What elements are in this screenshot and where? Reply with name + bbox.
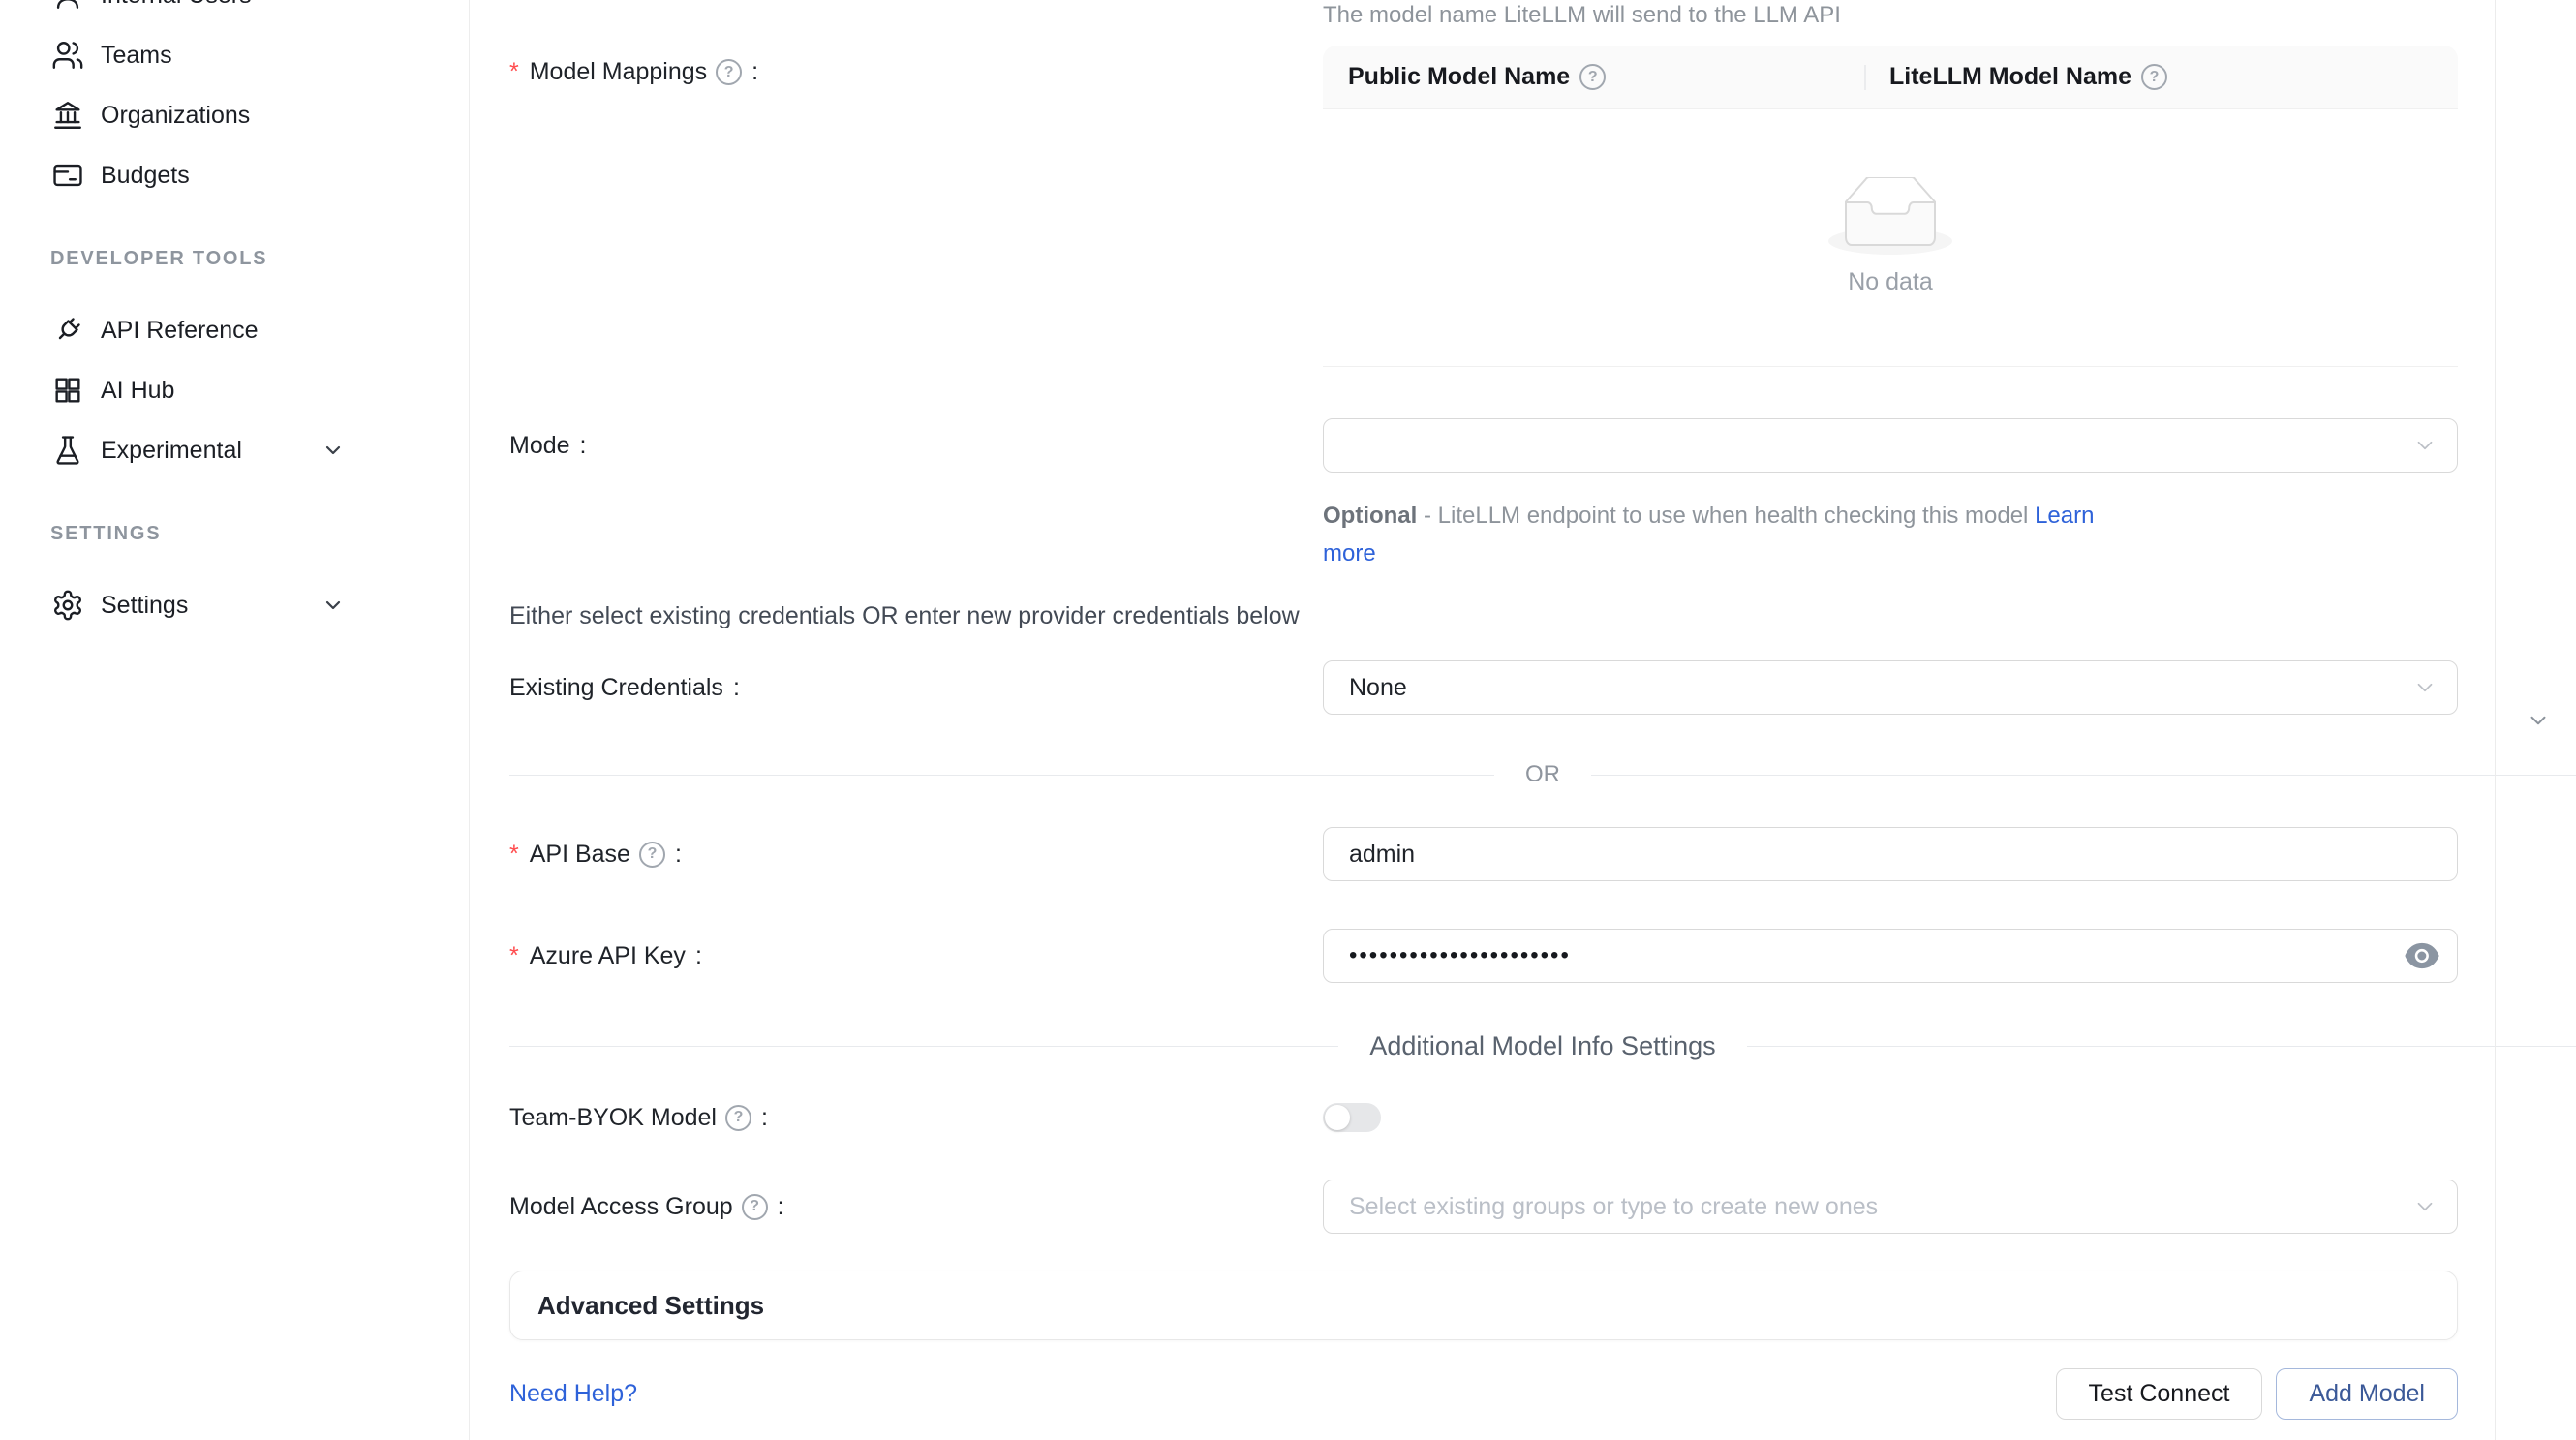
sidebar-item-organizations[interactable]: Organizations	[0, 85, 469, 145]
input-value: admin	[1349, 841, 1415, 869]
form-footer: Need Help? Test Connect Add Model	[509, 1368, 2458, 1420]
page: Internal Users Teams Organizations Budge…	[0, 0, 2576, 1440]
or-text: OR	[1494, 761, 1591, 788]
api-base-input[interactable]: admin	[1323, 827, 2458, 881]
credentials-note: Either select existing credentials OR en…	[509, 602, 2576, 630]
divider-line	[509, 1046, 1338, 1047]
model-mappings-table: Public Model Name ? LiteLLM Model Name ?	[1323, 46, 2458, 367]
sidebar: Internal Users Teams Organizations Budge…	[0, 0, 470, 1440]
question-circle-icon[interactable]: ?	[716, 59, 742, 85]
eye-icon[interactable]	[2405, 938, 2439, 973]
question-circle-icon[interactable]: ?	[2141, 64, 2167, 90]
advanced-settings-panel[interactable]: Advanced Settings	[509, 1271, 2458, 1340]
model-mappings-label: * Model Mappings ? :	[509, 46, 1323, 86]
sidebar-item-api-reference[interactable]: API Reference	[0, 300, 469, 360]
team-byok-toggle[interactable]	[1323, 1103, 1381, 1132]
add-model-form: The model name LiteLLM will send to the …	[470, 0, 2576, 1440]
grid-icon	[50, 373, 85, 408]
empty-box-icon	[1828, 177, 1952, 257]
selected-value: None	[1349, 674, 1407, 702]
toggle-knob	[1325, 1105, 1350, 1130]
user-icon	[50, 0, 85, 13]
azure-api-key-input[interactable]: ••••••••••••••••••••••	[1323, 929, 2458, 983]
sidebar-item-label: Settings	[101, 592, 188, 620]
additional-info-divider-text: Additional Model Info Settings	[1338, 1031, 1746, 1061]
table-header: Public Model Name ? LiteLLM Model Name ?	[1323, 46, 2458, 109]
sidebar-item-ai-hub[interactable]: AI Hub	[0, 360, 469, 420]
sidebar-item-label: API Reference	[101, 317, 259, 345]
model-access-group-row: Model Access Group ? : Select existing g…	[509, 1180, 2576, 1234]
sidebar-item-budgets[interactable]: Budgets	[0, 145, 469, 205]
existing-credentials-label: Existing Credentials :	[509, 674, 1323, 702]
divider-line	[1591, 775, 2576, 776]
chevron-down-icon[interactable]	[322, 594, 345, 617]
test-connect-button[interactable]: Test Connect	[2056, 1368, 2263, 1420]
mode-select[interactable]	[1323, 418, 2458, 473]
model-name-help-text: The model name LiteLLM will send to the …	[1323, 2, 2576, 29]
column-public-model-name: Public Model Name ?	[1323, 46, 1864, 108]
azure-api-key-label: * Azure API Key :	[509, 942, 1323, 970]
credit-card-icon	[50, 158, 85, 193]
required-asterisk: *	[509, 58, 519, 86]
no-data-text: No data	[1848, 268, 1933, 296]
question-circle-icon[interactable]: ?	[639, 842, 665, 868]
select-placeholder: Select existing groups or type to create…	[1349, 1193, 1878, 1221]
need-help-link[interactable]: Need Help?	[509, 1380, 637, 1408]
gear-icon	[50, 588, 85, 623]
mode-help-text: Optional - LiteLLM endpoint to use when …	[1323, 497, 2140, 572]
divider-line	[1747, 1046, 2576, 1047]
sidebar-item-label: Organizations	[101, 102, 250, 130]
question-circle-icon[interactable]: ?	[1579, 64, 1606, 90]
sidebar-item-settings[interactable]: Settings	[0, 575, 469, 635]
column-litellm-model-name: LiteLLM Model Name ?	[1864, 46, 2458, 108]
content-right-border	[2495, 0, 2496, 1440]
divider-line	[509, 775, 1494, 776]
sidebar-item-teams[interactable]: Teams	[0, 25, 469, 85]
question-circle-icon[interactable]: ?	[742, 1194, 768, 1220]
question-circle-icon[interactable]: ?	[725, 1105, 751, 1131]
model-access-group-select[interactable]: Select existing groups or type to create…	[1323, 1180, 2458, 1234]
sidebar-item-label: Teams	[101, 42, 172, 70]
team-byok-label: Team-BYOK Model ? :	[509, 1104, 1323, 1132]
chevron-down-icon	[2412, 433, 2438, 458]
required-asterisk: *	[509, 942, 519, 970]
or-divider: OR	[509, 760, 2576, 789]
chevron-down-icon	[2412, 675, 2438, 700]
required-asterisk: *	[509, 841, 519, 869]
chevron-down-icon	[2412, 1194, 2438, 1219]
api-base-row: * API Base ? : admin	[509, 827, 2576, 881]
sidebar-section-settings: SETTINGS	[50, 514, 469, 553]
mode-row: Mode :	[509, 418, 2576, 473]
sidebar-item-label: AI Hub	[101, 377, 174, 405]
add-model-button[interactable]: Add Model	[2276, 1368, 2458, 1420]
azure-api-key-row: * Azure API Key : ••••••••••••••••••••••	[509, 929, 2576, 983]
api-base-label: * API Base ? :	[509, 841, 1323, 869]
chevron-down-icon[interactable]	[322, 439, 345, 462]
sidebar-section-developer-tools: DEVELOPER TOOLS	[50, 239, 469, 278]
flask-icon	[50, 433, 85, 468]
sidebar-item-internal-users[interactable]: Internal Users	[0, 0, 469, 25]
model-access-group-label: Model Access Group ? :	[509, 1193, 1323, 1221]
advanced-settings-label: Advanced Settings	[537, 1291, 764, 1321]
masked-password-value: ••••••••••••••••••••••	[1349, 942, 1571, 969]
additional-info-divider: Additional Model Info Settings	[509, 1031, 2576, 1060]
sidebar-item-experimental[interactable]: Experimental	[0, 420, 469, 480]
sidebar-item-label: Experimental	[101, 437, 242, 465]
sidebar-item-label: Internal Users	[101, 0, 252, 10]
table-empty-state: No data	[1323, 109, 2458, 367]
existing-credentials-row: Existing Credentials : None	[509, 660, 2576, 715]
team-byok-row: Team-BYOK Model ? :	[509, 1102, 2576, 1133]
model-mappings-row: * Model Mappings ? : Public Model Name ?…	[509, 46, 2576, 367]
users-icon	[50, 38, 85, 73]
plug-icon	[50, 313, 85, 348]
existing-credentials-select[interactable]: None	[1323, 660, 2458, 715]
chevron-down-icon	[2526, 708, 2551, 733]
bank-icon	[50, 98, 85, 133]
mode-label: Mode :	[509, 432, 1323, 460]
sidebar-item-label: Budgets	[101, 162, 190, 190]
